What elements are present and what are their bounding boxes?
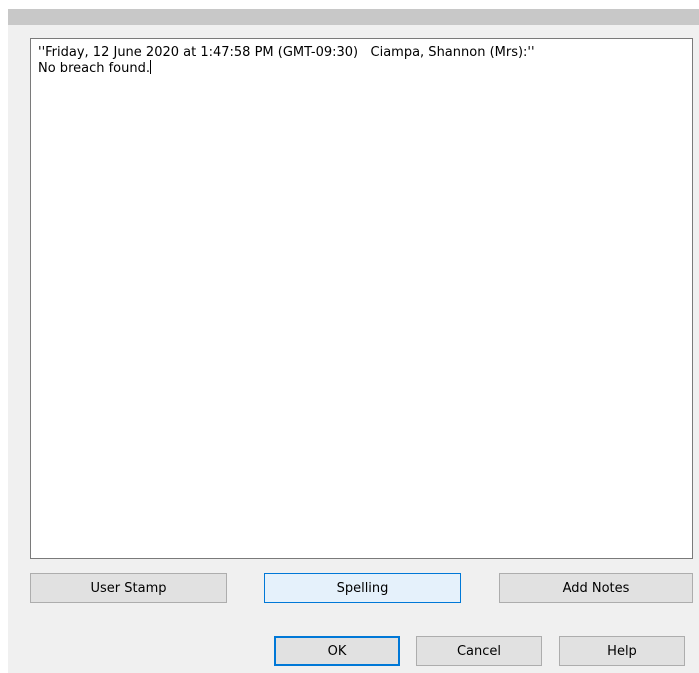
page: ''Friday, 12 June 2020 at 1:47:58 PM (GM… [0, 0, 699, 673]
ok-button[interactable]: OK [274, 636, 400, 666]
note-text: No breach found. [38, 61, 150, 76]
user-stamp-button[interactable]: User Stamp [30, 573, 227, 603]
dialog-footer: OK Cancel Help [8, 603, 699, 673]
cancel-button[interactable]: Cancel [416, 636, 542, 666]
help-button[interactable]: Help [559, 636, 685, 666]
text-caret [150, 60, 151, 74]
add-notes-button[interactable]: Add Notes [499, 573, 693, 603]
notes-dialog: ''Friday, 12 June 2020 at 1:47:58 PM (GM… [8, 9, 699, 673]
note-stamp-line: ''Friday, 12 June 2020 at 1:47:58 PM (GM… [38, 45, 535, 60]
spelling-button[interactable]: Spelling [264, 573, 461, 603]
notes-textarea[interactable]: ''Friday, 12 June 2020 at 1:47:58 PM (GM… [30, 38, 693, 559]
dialog-title-bar [8, 9, 699, 25]
note-text-line: No breach found. [38, 60, 685, 76]
